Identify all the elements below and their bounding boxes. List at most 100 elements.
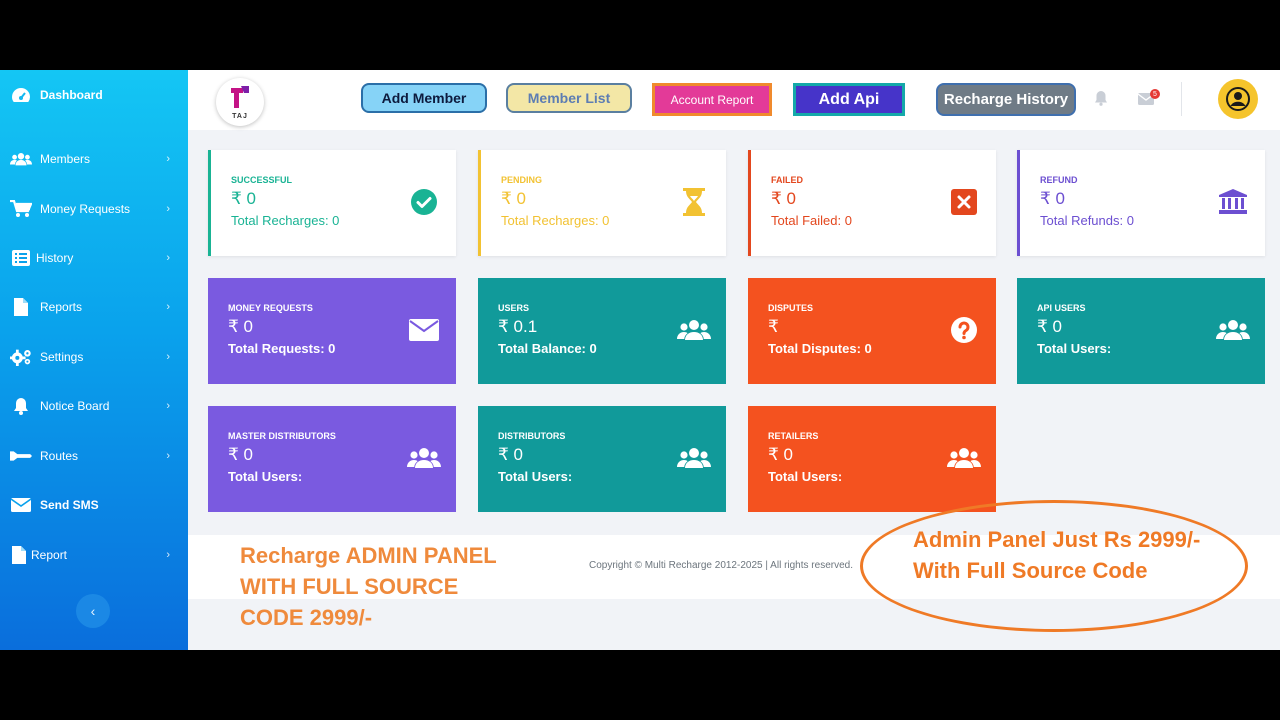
check-circle-icon <box>406 184 442 220</box>
stat-card-master-distributors[interactable]: MASTER DISTRIBUTORS ₹ 0 Total Users: <box>208 406 456 512</box>
promo-line: Admin Panel Just Rs 2999/- <box>913 527 1201 552</box>
sidebar-item-label: Money Requests <box>40 202 131 216</box>
stat-card-pending[interactable]: PENDING ₹ 0 Total Recharges: 0 <box>478 150 726 256</box>
sidebar-item-label: Members <box>40 152 91 166</box>
stat-card-successful[interactable]: SUCCESSFUL ₹ 0 Total Recharges: 0 <box>208 150 456 256</box>
route-icon <box>10 446 32 466</box>
user-avatar[interactable] <box>1218 79 1258 119</box>
users-icon <box>1215 312 1251 348</box>
card-subtext: Total Recharges: 0 <box>231 213 340 228</box>
copyright-text: Copyright © Multi Recharge 2012-2025 | A… <box>589 560 853 571</box>
users-icon <box>406 440 442 476</box>
recharge-history-button[interactable]: Recharge History <box>936 83 1076 116</box>
stat-card-disputes[interactable]: DISPUTES ₹ Total Disputes: 0 <box>748 278 996 384</box>
add-member-button[interactable]: Add Member <box>361 83 487 113</box>
cart-icon <box>10 199 32 219</box>
messages-count-badge: 5 <box>1150 89 1160 99</box>
sidebar-item-settings[interactable]: Settings › <box>0 342 188 372</box>
top-navbar: TAJ Add Member Member List Account Repor… <box>188 70 1280 130</box>
chevron-right-icon: › <box>166 252 170 264</box>
promo-line: With Full Source Code <box>913 558 1148 583</box>
close-box-icon <box>946 184 982 220</box>
add-api-button[interactable]: Add Api <box>793 83 905 116</box>
card-subtext: Total Balance: 0 <box>498 341 597 356</box>
stat-card-refund[interactable]: REFUND ₹ 0 Total Refunds: 0 <box>1017 150 1265 256</box>
promo-text-right: Admin Panel Just Rs 2999/- With Full Sou… <box>913 524 1200 586</box>
gears-icon <box>10 347 32 367</box>
card-title: PENDING <box>501 175 543 185</box>
topbar-divider <box>1181 82 1182 116</box>
card-amount: ₹ <box>768 317 779 336</box>
users-icon <box>676 440 712 476</box>
promo-line: Recharge ADMIN PANEL <box>240 543 497 568</box>
brand-logo[interactable]: TAJ <box>216 78 264 126</box>
logo-mark-icon <box>229 85 251 113</box>
notification-bell-icon[interactable] <box>1094 90 1108 106</box>
sidebar-collapse-button[interactable]: ‹ <box>76 594 110 628</box>
sidebar-item-routes[interactable]: Routes › <box>0 441 188 471</box>
card-amount: ₹ 0 <box>1040 189 1065 208</box>
chevron-right-icon: › <box>166 153 170 165</box>
sidebar-item-report[interactable]: Report › <box>0 540 188 570</box>
card-title: USERS <box>498 303 530 313</box>
card-amount: ₹ 0 <box>768 445 793 464</box>
file-icon <box>8 545 30 565</box>
promo-line: CODE 2999/- <box>240 605 373 630</box>
card-title: RETAILERS <box>768 431 819 441</box>
sidebar-item-label: Reports <box>40 300 83 314</box>
hourglass-icon <box>676 184 712 220</box>
sidebar: Dashboard Members › Money Requests › His… <box>0 70 188 650</box>
stat-card-retailers[interactable]: RETAILERS ₹ 0 Total Users: <box>748 406 996 512</box>
card-amount: ₹ 0 <box>498 445 523 464</box>
card-title: SUCCESSFUL <box>231 175 293 185</box>
chevron-right-icon: › <box>166 400 170 412</box>
card-amount: ₹ 0 <box>228 317 253 336</box>
sidebar-item-send-sms[interactable]: Send SMS <box>0 490 188 520</box>
chevron-right-icon: › <box>166 351 170 363</box>
sidebar-item-label: Settings <box>40 350 84 364</box>
account-report-button[interactable]: Account Report <box>652 83 772 116</box>
card-title: FAILED <box>771 175 804 185</box>
chevron-right-icon: › <box>166 301 170 313</box>
card-subtext: Total Users: <box>768 469 843 484</box>
sidebar-item-label: Report <box>31 548 68 562</box>
sidebar-item-notice-board[interactable]: Notice Board › <box>0 391 188 421</box>
sidebar-item-dashboard[interactable]: Dashboard <box>0 80 188 110</box>
envelope-icon <box>406 312 442 348</box>
stat-card-failed[interactable]: FAILED ₹ 0 Total Failed: 0 <box>748 150 996 256</box>
users-icon <box>946 440 982 476</box>
card-title: API USERS <box>1037 303 1086 313</box>
stat-card-api-users[interactable]: API USERS ₹ 0 Total Users: <box>1017 278 1265 384</box>
stat-card-distributors[interactable]: DISTRIBUTORS ₹ 0 Total Users: <box>478 406 726 512</box>
stat-card-users[interactable]: USERS ₹ 0.1 Total Balance: 0 <box>478 278 726 384</box>
card-subtext: Total Recharges: 0 <box>501 213 610 228</box>
card-amount: ₹ 0.1 <box>498 317 538 336</box>
member-list-button[interactable]: Member List <box>506 83 632 113</box>
sidebar-item-label: Notice Board <box>40 399 110 413</box>
card-title: MASTER DISTRIBUTORS <box>228 431 336 441</box>
app-window: Dashboard Members › Money Requests › His… <box>0 70 1280 650</box>
sidebar-item-members[interactable]: Members › <box>0 144 188 174</box>
card-title: MONEY REQUESTS <box>228 303 313 313</box>
sidebar-item-label: History <box>36 251 74 265</box>
card-subtext: Total Refunds: 0 <box>1040 213 1134 228</box>
list-icon <box>10 248 32 268</box>
file-icon <box>10 297 32 317</box>
envelope-icon <box>10 495 32 515</box>
logo-text: TAJ <box>232 112 248 120</box>
bank-icon <box>1215 184 1251 220</box>
sidebar-item-history[interactable]: History › <box>0 243 188 273</box>
card-amount: ₹ 0 <box>501 189 526 208</box>
sidebar-item-reports[interactable]: Reports › <box>0 292 188 322</box>
bell-icon <box>10 396 32 416</box>
stat-card-money-requests[interactable]: MONEY REQUESTS ₹ 0 Total Requests: 0 <box>208 278 456 384</box>
sidebar-item-label: Dashboard <box>40 88 103 102</box>
card-subtext: Total Users: <box>1037 341 1112 356</box>
users-icon <box>676 312 712 348</box>
card-subtext: Total Failed: 0 <box>771 213 852 228</box>
sidebar-item-money-requests[interactable]: Money Requests › <box>0 194 188 224</box>
card-subtext: Total Users: <box>228 469 303 484</box>
promo-text-left: Recharge ADMIN PANEL WITH FULL SOURCE CO… <box>240 540 560 633</box>
chevron-right-icon: › <box>166 203 170 215</box>
card-amount: ₹ 0 <box>1037 317 1062 336</box>
